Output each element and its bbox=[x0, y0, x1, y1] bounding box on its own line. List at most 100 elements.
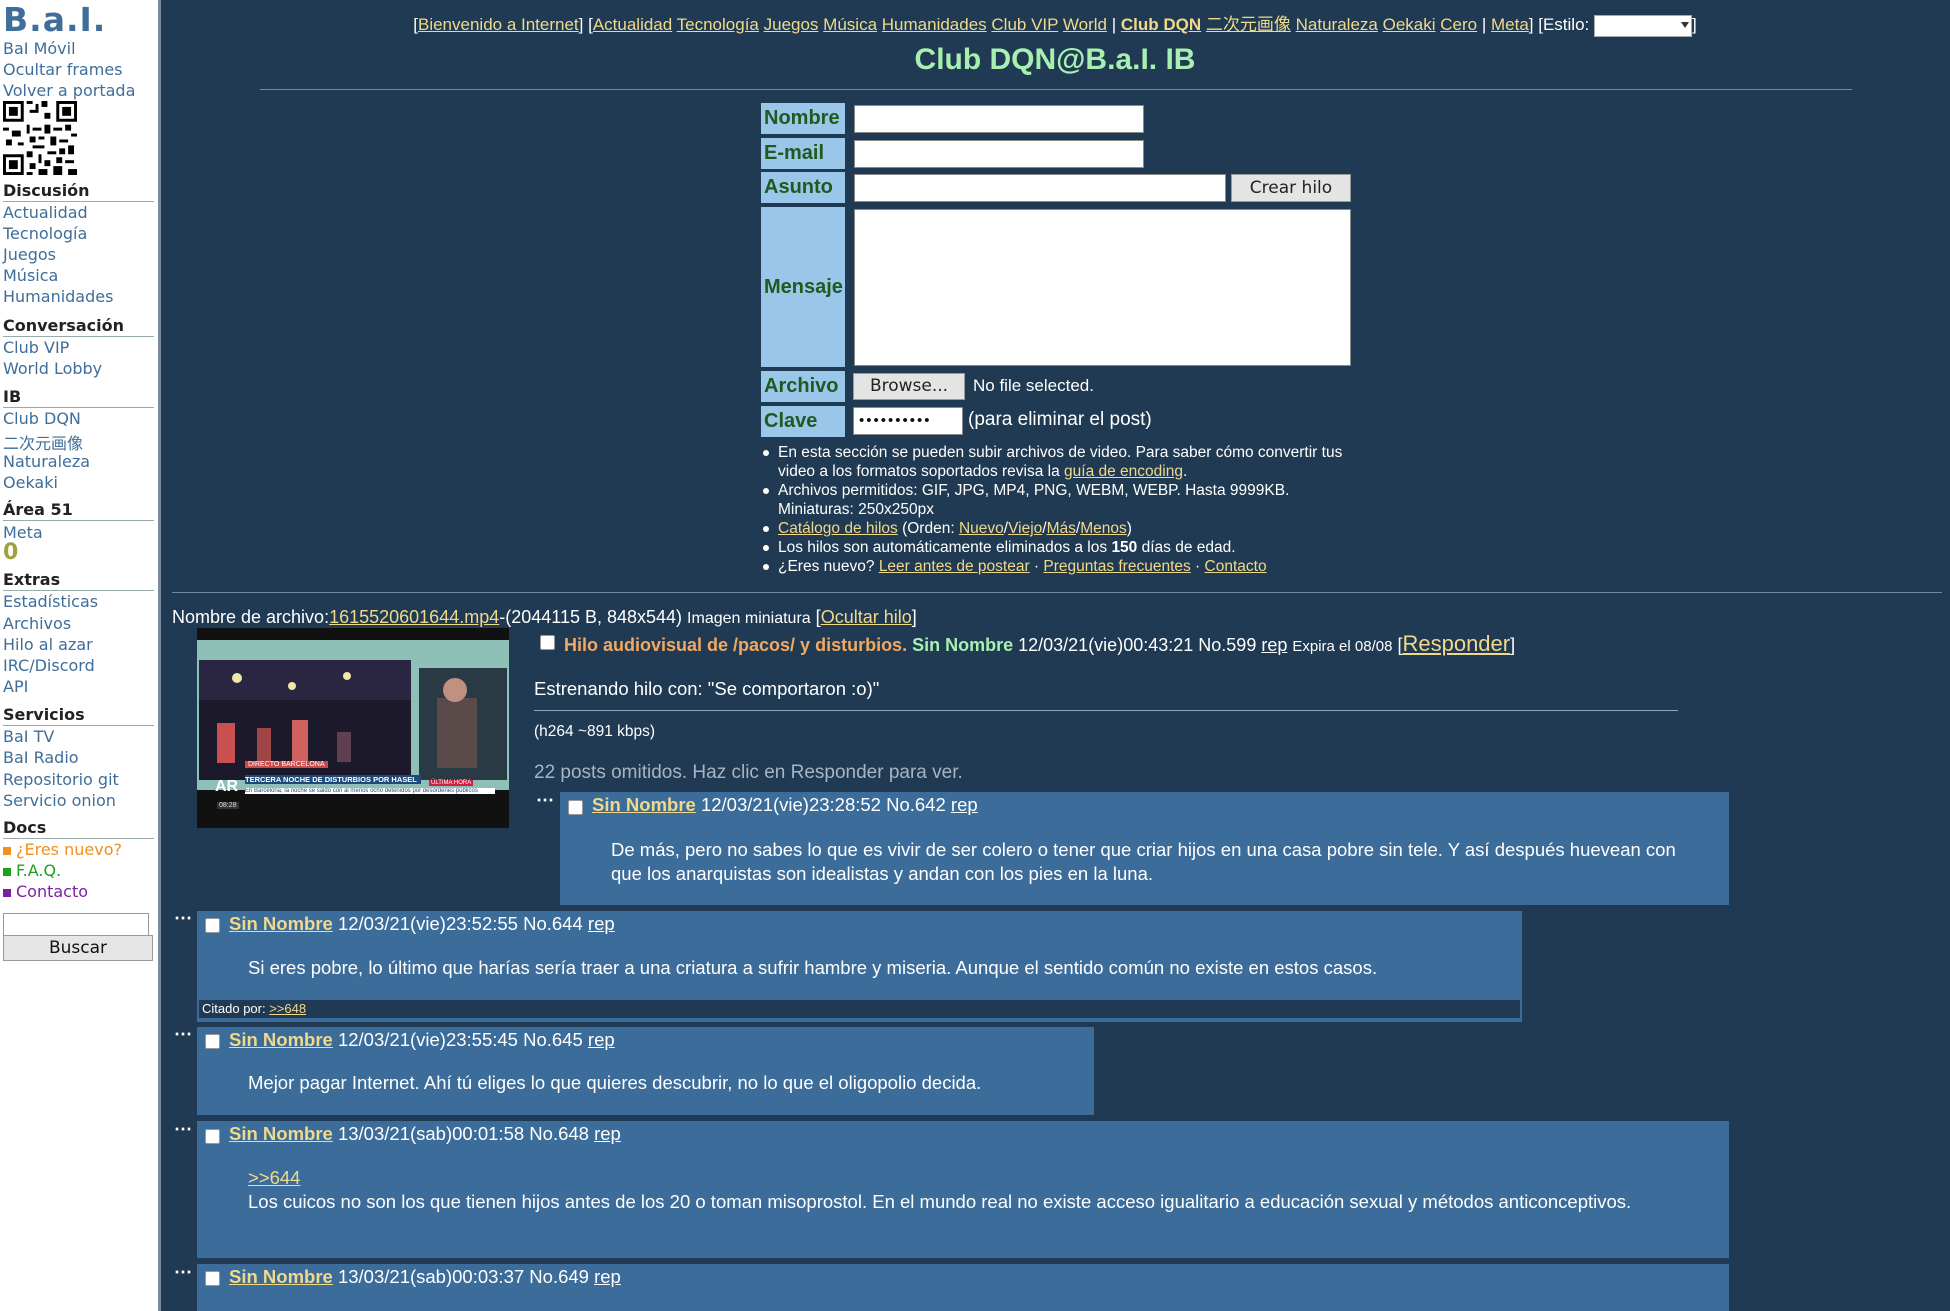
reply-date: 12/03/21(vie)23:52:55 bbox=[337, 913, 518, 934]
post-checkbox[interactable] bbox=[540, 635, 555, 650]
post-checkbox[interactable] bbox=[205, 1271, 220, 1286]
create-thread-button[interactable]: Crear hilo bbox=[1231, 174, 1351, 202]
reply-post: Sin Nombre 12/03/21(vie)23:52:55 No.644 … bbox=[197, 911, 1522, 1022]
sidebar-item-club-vip[interactable]: Club VIP bbox=[3, 338, 69, 357]
message-textarea[interactable] bbox=[854, 209, 1351, 366]
sidebar-item-eres-nuevo[interactable]: ¿Eres nuevo? bbox=[3, 840, 122, 859]
rule-text: Archivos permitidos: GIF, JPG, MP4, PNG,… bbox=[778, 482, 1290, 518]
sidebar-item-oekaki[interactable]: Oekaki bbox=[3, 473, 58, 492]
order-new-link[interactable]: Nuevo bbox=[959, 520, 1004, 537]
post-checkbox[interactable] bbox=[568, 800, 583, 815]
nav-juegos[interactable]: Juegos bbox=[764, 15, 819, 34]
sidebar-link-mobile[interactable]: BaI Móvil bbox=[3, 39, 76, 58]
sidebar-item-contacto[interactable]: Contacto bbox=[3, 882, 88, 901]
search-button[interactable]: Buscar bbox=[3, 935, 153, 961]
hide-thread-link[interactable]: Ocultar hilo bbox=[821, 607, 912, 627]
board-rules: En esta sección se pueden subir archivos… bbox=[762, 443, 1362, 576]
ellipsis-icon[interactable]: ⋯ bbox=[174, 1262, 192, 1283]
sidebar-item-archivos[interactable]: Archivos bbox=[3, 614, 71, 633]
sidebar-item-naturaleza[interactable]: Naturaleza bbox=[3, 452, 90, 471]
post-checkbox[interactable] bbox=[205, 1129, 220, 1144]
sidebar-link-home[interactable]: Volver a portada bbox=[3, 81, 135, 100]
codec-info: (h264 ~891 kbps) bbox=[534, 723, 656, 740]
read-before-link[interactable]: Leer antes de postear bbox=[879, 558, 1030, 575]
order-less-link[interactable]: Menos bbox=[1080, 520, 1127, 537]
nav-tecnologia[interactable]: Tecnología bbox=[677, 15, 759, 34]
order-more-link[interactable]: Más bbox=[1047, 520, 1076, 537]
cited-link[interactable]: >>648 bbox=[269, 1001, 306, 1016]
sidebar-link-hide-frames[interactable]: Ocultar frames bbox=[3, 60, 123, 79]
post-checkbox[interactable] bbox=[205, 1034, 220, 1049]
faq-link[interactable]: Preguntas frecuentes bbox=[1043, 558, 1190, 575]
reply-name[interactable]: Sin Nombre bbox=[229, 1029, 333, 1050]
ellipsis-icon[interactable]: ⋯ bbox=[174, 908, 192, 929]
sidebar-item-faq[interactable]: F.A.Q. bbox=[3, 861, 61, 880]
style-select[interactable] bbox=[1594, 14, 1692, 37]
nav-oekaki[interactable]: Oekaki bbox=[1383, 15, 1436, 34]
name-field[interactable] bbox=[854, 105, 1144, 133]
cited-label: Citado por: bbox=[202, 1001, 270, 1016]
op-header: Hilo audiovisual de /pacos/ y disturbios… bbox=[564, 631, 1516, 656]
subject-field[interactable] bbox=[854, 174, 1226, 202]
nav-world[interactable]: World bbox=[1063, 15, 1107, 34]
encoding-guide-link[interactable]: guía de encoding bbox=[1064, 463, 1183, 480]
sidebar-item-onion[interactable]: Servicio onion bbox=[3, 791, 116, 810]
reply-rep-link[interactable]: rep bbox=[588, 913, 615, 934]
top-nav: [Bienvenido a Internet] [Actualidad Tecn… bbox=[160, 10, 1950, 37]
sidebar-item-humanidades[interactable]: Humanidades bbox=[3, 287, 113, 306]
sidebar-item-tecnologia[interactable]: Tecnología bbox=[3, 224, 87, 243]
reply-name[interactable]: Sin Nombre bbox=[229, 913, 333, 934]
catalog-link[interactable]: Catálogo de hilos bbox=[778, 520, 898, 537]
password-field[interactable]: •••••••••• bbox=[853, 407, 963, 435]
op-rep-link[interactable]: rep bbox=[1261, 635, 1287, 655]
nav-musica[interactable]: Música bbox=[823, 15, 877, 34]
sidebar-item-musica[interactable]: Música bbox=[3, 266, 58, 285]
sidebar-item-juegos[interactable]: Juegos bbox=[3, 245, 56, 264]
divider bbox=[172, 592, 1942, 593]
reply-rep-link[interactable]: rep bbox=[594, 1123, 621, 1144]
reply-rep-link[interactable]: rep bbox=[588, 1029, 615, 1050]
reply-name[interactable]: Sin Nombre bbox=[229, 1266, 333, 1287]
nav-meta[interactable]: Meta bbox=[1491, 15, 1529, 34]
browse-button[interactable]: Browse... bbox=[853, 373, 965, 400]
sidebar-header-ib: IB bbox=[3, 387, 154, 408]
nav-humanidades[interactable]: Humanidades bbox=[882, 15, 987, 34]
nav-actualidad[interactable]: Actualidad bbox=[593, 15, 672, 34]
sidebar-item-estadisticas[interactable]: Estadísticas bbox=[3, 592, 98, 611]
reply-name[interactable]: Sin Nombre bbox=[229, 1123, 333, 1144]
reply-link[interactable]: Responder bbox=[1402, 631, 1510, 656]
quote-link[interactable]: >>644 bbox=[248, 1167, 300, 1188]
purple-square-icon bbox=[3, 888, 11, 897]
file-link[interactable]: 1615520601644.mp4 bbox=[329, 607, 499, 627]
nav-cero[interactable]: Cero bbox=[1440, 15, 1477, 34]
nav-club-dqn[interactable]: Club DQN bbox=[1121, 15, 1201, 34]
sidebar-item-hilo-al-azar[interactable]: Hilo al azar bbox=[3, 635, 93, 654]
nav-naturaleza[interactable]: Naturaleza bbox=[1296, 15, 1378, 34]
post-checkbox[interactable] bbox=[205, 918, 220, 933]
sidebar-item-bai-tv[interactable]: BaI TV bbox=[3, 727, 54, 746]
reply-rep-link[interactable]: rep bbox=[594, 1266, 621, 1287]
sidebar-search-input[interactable] bbox=[3, 913, 149, 937]
reply-name[interactable]: Sin Nombre bbox=[592, 794, 696, 815]
email-field[interactable] bbox=[854, 140, 1144, 168]
reply-rep-link[interactable]: rep bbox=[951, 794, 978, 815]
contact-link[interactable]: Contacto bbox=[1205, 558, 1267, 575]
sidebar-item-nijigen[interactable]: 二次元画像 bbox=[3, 430, 83, 454]
ellipsis-icon[interactable]: ⋯ bbox=[174, 1119, 192, 1140]
video-thumbnail[interactable]: DIRECTO BARCELONA ÚLTIMA HORA TERCERA NO… bbox=[197, 628, 509, 828]
sidebar-item-irc-discord[interactable]: IRC/Discord bbox=[3, 656, 95, 675]
nav-welcome[interactable]: Bienvenido a Internet bbox=[418, 15, 579, 34]
order-old-link[interactable]: Viejo bbox=[1008, 520, 1042, 537]
sidebar-item-git[interactable]: Repositorio git bbox=[3, 770, 119, 789]
sidebar-item-world-lobby[interactable]: World Lobby bbox=[3, 359, 102, 378]
nav-club-vip[interactable]: Club VIP bbox=[991, 15, 1058, 34]
ellipsis-icon[interactable]: ⋯ bbox=[536, 790, 554, 811]
site-logo[interactable]: B.a.I. bbox=[3, 0, 106, 39]
reply-header: Sin Nombre 13/03/21(sab)00:01:58 No.648 … bbox=[229, 1123, 621, 1145]
sidebar-item-actualidad[interactable]: Actualidad bbox=[3, 203, 88, 222]
nav-nijigen[interactable]: 二次元画像 bbox=[1206, 15, 1291, 34]
sidebar-item-club-dqn[interactable]: Club DQN bbox=[3, 409, 81, 428]
sidebar-item-bai-radio[interactable]: BaI Radio bbox=[3, 748, 79, 767]
sidebar-item-api[interactable]: API bbox=[3, 677, 28, 696]
ellipsis-icon[interactable]: ⋯ bbox=[174, 1024, 192, 1045]
